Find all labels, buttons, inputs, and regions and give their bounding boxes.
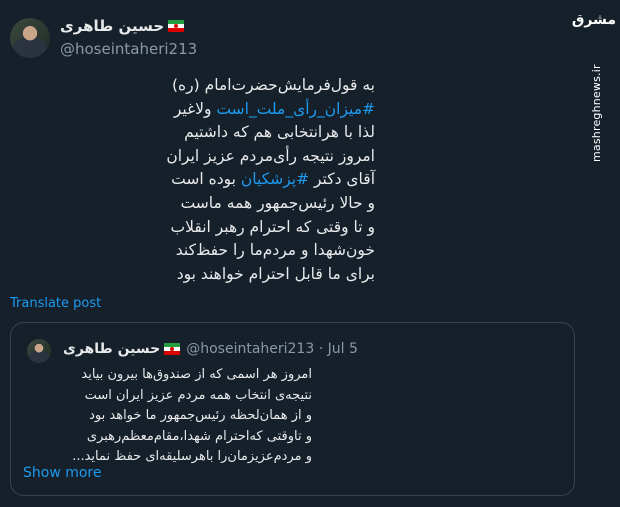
show-more-link[interactable]: Show more (23, 465, 102, 481)
quoted-post[interactable]: حسین طاهری @hoseintaheri213 · Jul 5 امرو… (10, 322, 575, 496)
avatar[interactable] (10, 18, 50, 58)
author-handle[interactable]: @hoseintaheri213 (60, 40, 197, 58)
quoted-post-header: حسین طاهری @hoseintaheri213 · Jul 5 (27, 339, 427, 363)
quoted-avatar[interactable] (27, 339, 51, 363)
post-text-segment: ولاغیر (173, 99, 217, 118)
post-text-segment: برای ما قابل احترام خواهند بود (176, 264, 375, 283)
quoted-text-line: نتیجه‌ی انتخاب همه مردم عزیز ایران است (84, 387, 312, 403)
quoted-post-text: امروز هر اسمی که از صندوق‌ها بیرون بیاید… (22, 365, 312, 468)
watermark: مشرق mashreghnews.ir (571, 0, 620, 507)
post-text-segment: لذا با هرانتخابی هم که داشتیم (184, 123, 375, 142)
post-text-segment: امروز نتیجه رأی‌مردم عزیز ایران (166, 146, 375, 165)
post-text-segment: آقای دکتر (309, 170, 375, 189)
post-text-segment: و حالا رئیس‌جمهور همه ماست (180, 193, 375, 212)
quoted-text-line: امروز هر اسمی که از صندوق‌ها بیرون بیاید (81, 367, 312, 382)
post-text-line: آقای دکتر #پزشکیان بوده است (0, 168, 375, 192)
iran-flag-icon (168, 20, 185, 32)
post-text-line: خون‌شهدا و مردم‌ما را حفظ‌کند (0, 239, 375, 263)
post-text-line: برای ما قابل احترام خواهند بود (0, 263, 375, 287)
author-row: حسین طاهری (60, 17, 185, 35)
post-text-line: لذا با هرانتخابی هم که داشتیم (0, 121, 375, 145)
quoted-text-line: و از همان‌لحظه رئیس‌جمهور ما خواهد بود (89, 408, 312, 423)
quoted-handle-date[interactable]: @hoseintaheri213 · Jul 5 (186, 341, 358, 357)
post-text: به قول‌فرمایش‌حضرت‌امام (ره) #میزان_رأی_م… (0, 74, 375, 286)
post-text-segment: بوده است (171, 170, 241, 189)
post-text-line: به قول‌فرمایش‌حضرت‌امام (ره) (0, 74, 375, 98)
iran-flag-icon (164, 343, 181, 355)
display-name[interactable]: حسین طاهری (60, 17, 164, 35)
post-text-segment: و تا وقتی که احترام رهبر انقلاب (170, 217, 375, 236)
quoted-author-row: حسین طاهری @hoseintaheri213 · Jul 5 (63, 341, 358, 357)
post: حسین طاهری @hoseintaheri213 به قول‌فرمای… (0, 0, 585, 507)
post-text-segment: خون‌شهدا و مردم‌ما را حفظ‌کند (175, 241, 375, 260)
hashtag-link[interactable]: #پزشکیان (241, 170, 309, 188)
post-text-segment: به قول‌فرمایش‌حضرت‌امام (ره) (171, 76, 375, 94)
mashregh-logo: مشرق (571, 12, 616, 28)
quoted-text-line: و تاوقتی که‌احترام شهدا،مقام‌معظم‌رهبری (86, 428, 312, 444)
post-text-line: #میزان_رأی_ملت_است ولاغیر (0, 98, 375, 122)
post-text-line: امروز نتیجه رأی‌مردم عزیز ایران (0, 145, 375, 169)
hashtag-link[interactable]: #میزان_رأی_ملت_است (216, 100, 375, 118)
post-text-line: و حالا رئیس‌جمهور همه ماست (0, 192, 375, 216)
post-text-line: و تا وقتی که احترام رهبر انقلاب (0, 216, 375, 240)
quoted-display-name[interactable]: حسین طاهری (63, 341, 160, 357)
watermark-site: mashreghnews.ir (590, 64, 603, 162)
translate-post-link[interactable]: Translate post (10, 296, 101, 311)
